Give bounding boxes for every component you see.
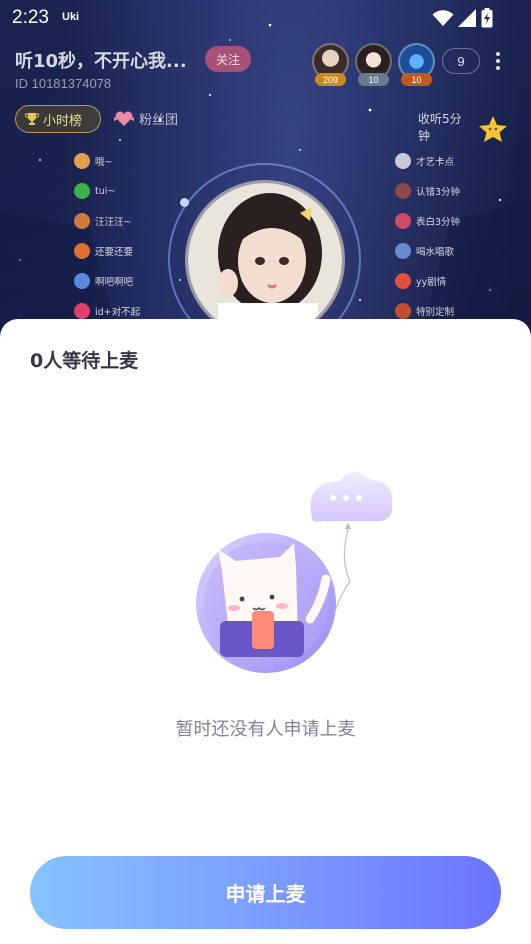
empty-state-illustration <box>196 471 393 673</box>
contribution-badge: 10 <box>401 73 432 86</box>
follow-button[interactable]: 关注 <box>205 46 251 72</box>
status-bar: 2:23 Uki <box>0 0 531 36</box>
audience-avatar[interactable]: 10 <box>355 43 392 87</box>
status-icons <box>432 7 493 29</box>
gift-icon <box>395 183 411 199</box>
gift-menu-item[interactable]: tui~ <box>74 182 140 200</box>
room-id: ID 10181374078 <box>15 76 112 91</box>
contribution-badge: 209 <box>315 73 346 86</box>
status-time: 2:23 <box>12 7 49 28</box>
gift-icon <box>395 273 411 289</box>
gift-menu-left: 哦~ tui~ 汪汪汪~ 还要还要 啊吧啊吧 id+对不起 <box>74 152 140 320</box>
trophy-icon <box>25 113 39 125</box>
gift-menu-item[interactable]: 才艺卡点 <box>395 152 460 170</box>
host-avatar[interactable] <box>185 180 345 340</box>
signal-icon <box>458 9 476 27</box>
empty-state-text: 暂时还没有人申请上麦 <box>175 719 356 740</box>
gift-icon <box>395 153 411 169</box>
star-reward-icon[interactable] <box>476 114 510 144</box>
host-photo <box>188 183 342 337</box>
gift-menu-item[interactable]: id+对不起 <box>74 302 140 320</box>
apply-mic-button[interactable]: 申请上麦 <box>30 856 501 929</box>
gift-menu-item[interactable]: 汪汪汪~ <box>74 212 140 230</box>
more-options-icon[interactable] <box>492 50 504 74</box>
gift-menu-item[interactable]: 哦~ <box>74 152 140 170</box>
gift-menu-item[interactable]: yy剧情 <box>395 272 460 290</box>
gift-icon <box>74 213 90 229</box>
mic-queue-sheet: 0人等待上麦 暂时还没有人申请上麦 申请上麦 <box>0 319 531 944</box>
fans-club-button[interactable]: 粉丝团 <box>114 109 178 128</box>
gift-icon <box>395 303 411 319</box>
room-title: 听10秒，不开心我... <box>15 51 187 72</box>
audience-avatars: 209 10 10 <box>312 43 435 87</box>
gift-menu-item[interactable]: 特别定制 <box>395 302 460 320</box>
gift-menu-item[interactable]: 认错3分钟 <box>395 182 460 200</box>
hourly-rank-button[interactable]: 小时榜 <box>15 105 101 133</box>
fans-label: 粉丝团 <box>139 113 179 128</box>
gift-icon <box>74 153 90 169</box>
gift-icon <box>395 213 411 229</box>
fans-heart-icon <box>114 111 134 126</box>
host-ring-dot <box>180 198 189 207</box>
contribution-badge: 10 <box>358 73 389 86</box>
wifi-icon <box>432 10 454 26</box>
gift-menu-item[interactable]: 啊吧啊吧 <box>74 272 140 290</box>
gift-icon <box>74 183 90 199</box>
rank-label: 小时榜 <box>43 113 83 129</box>
listen-task-label[interactable]: 收听5分钟 <box>418 111 470 145</box>
gift-icon <box>74 303 90 319</box>
gift-icon <box>395 243 411 259</box>
audience-avatar[interactable]: 10 <box>398 43 435 87</box>
gift-menu-item[interactable]: 喝水唱歌 <box>395 242 460 260</box>
audience-avatar[interactable]: 209 <box>312 43 349 87</box>
gift-menu-right: 才艺卡点 认错3分钟 表白3分钟 喝水唱歌 yy剧情 特别定制 <box>395 152 460 320</box>
gift-icon <box>74 243 90 259</box>
online-count-button[interactable]: 9 <box>442 48 480 74</box>
gift-menu-item[interactable]: 表白3分钟 <box>395 212 460 230</box>
gift-icon <box>74 273 90 289</box>
status-app-label: Uki <box>62 11 80 23</box>
gift-menu-item[interactable]: 还要还要 <box>74 242 140 260</box>
battery-charging-icon <box>481 8 493 28</box>
queue-title: 0人等待上麦 <box>30 350 139 372</box>
